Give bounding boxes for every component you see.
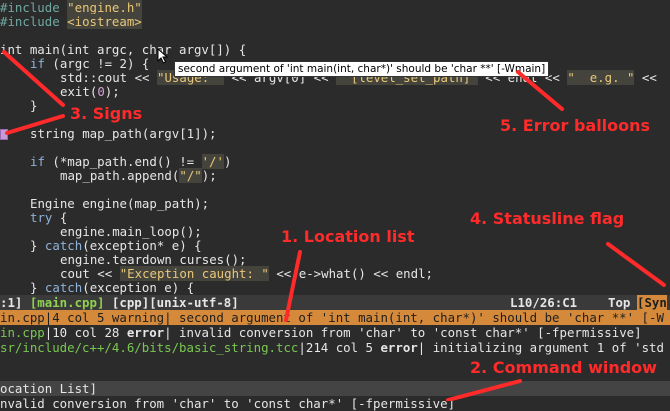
annotation-location-list: 1. Location list [281,227,415,246]
arrow-command-window [446,379,522,401]
arrow-signs-to-main [2,50,65,107]
arrow-signs-to-gutter [5,114,65,135]
arrow-error-balloon [516,70,564,111]
annotation-signs: 3. Signs [70,104,143,123]
vim-editor[interactable]: #include "engine.h" #include <iostream> … [0,0,670,411]
arrow-location-list [284,250,302,322]
arrow-statusline-flag [606,242,666,287]
annotation-command-window: 2. Command window [470,358,657,377]
annotation-statusline-flag: 4. Statusline flag [470,209,625,228]
annotation-error-balloons: 5. Error balloons [500,116,651,135]
annotation-arrows [2,50,666,401]
